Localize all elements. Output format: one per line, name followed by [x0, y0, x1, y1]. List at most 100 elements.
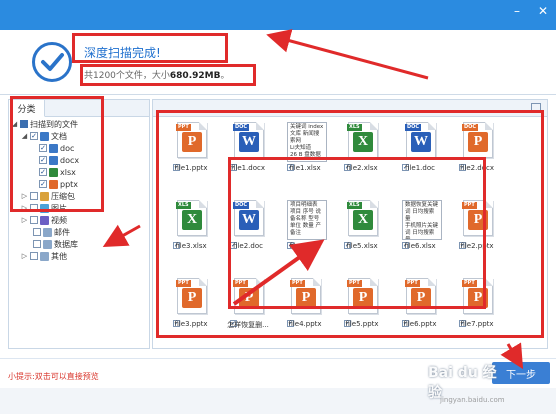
checkbox-xlsx[interactable] [39, 168, 47, 176]
tree-node-pptx[interactable]: pptx [39, 178, 78, 190]
app-letter-icon: W [239, 210, 259, 230]
close-icon[interactable]: ✕ [530, 0, 556, 22]
checkbox-email[interactable] [33, 228, 41, 236]
preview-line: 项目明细表 [290, 202, 318, 208]
file-grid-toolbar [153, 100, 547, 117]
file-tile[interactable]: PPTP 怎样恢复删... [224, 278, 270, 340]
minimize-icon[interactable]: – [504, 0, 530, 22]
category-panel: 分类 ◢ 扫描到的文件 ◢ 文档 doc docx xlsx [8, 99, 150, 349]
file-name: file1.doc [405, 164, 435, 172]
divider [0, 358, 556, 359]
file-tile[interactable]: PPTPfile2.pptx [453, 200, 499, 262]
tree-label-other: 其他 [51, 251, 67, 261]
checkbox-root[interactable] [20, 120, 28, 128]
file-tile[interactable]: 数据恢复关键词 日均搜索量手机照片关键词 日均搜索量数据关键词 file6.xls… [396, 200, 442, 262]
tree-node-archives[interactable]: ▷ 压缩包 [21, 190, 75, 202]
expand-right-icon[interactable]: ▷ [21, 192, 28, 200]
tree-node-doc[interactable]: doc [39, 142, 74, 154]
checkbox-database[interactable] [33, 240, 41, 248]
file-type-tag: PPT [290, 280, 305, 287]
app-letter-icon: P [353, 288, 373, 308]
docx-file-icon: DOC W [233, 122, 264, 158]
tree-node-email[interactable]: 邮件 [33, 226, 70, 238]
preview-line: 数据恢复关键 [405, 202, 439, 208]
page-corner-icon [485, 278, 493, 286]
docx-file-icon: DOC P [462, 122, 493, 158]
file-preview-thumbnail: 项目明细表 项目 序号 说备名称 型号 单位 数量 产备注 [287, 200, 327, 240]
tree-node-database[interactable]: 数据库 [33, 238, 78, 250]
tree-label-images: 图片 [51, 203, 67, 213]
file-grid-panel: PPTPfile1.pptxDOCWfile1.docx关键词 index文库 … [152, 99, 548, 349]
summary-size: 680.92MB [169, 71, 221, 81]
file-tile[interactable]: 关键词 index文库 新闻搜索网Li夫知道26 B 盘数据 file1.xlsx [281, 122, 327, 184]
page-corner-icon [199, 278, 207, 286]
file-type-tag: PPT [405, 280, 420, 287]
window-controls: – ✕ [504, 0, 556, 22]
pptx-file-icon: PPT P [347, 278, 378, 314]
email-icon [43, 227, 52, 237]
checkbox-archives[interactable] [30, 192, 38, 200]
file-tile[interactable]: DOCPfile2.docx [453, 122, 499, 184]
tree-node-docx[interactable]: docx [39, 154, 79, 166]
file-type-tag: DOC [405, 124, 422, 131]
app-letter-icon: P [468, 210, 488, 230]
tree-label-docx: docx [60, 155, 80, 165]
file-name: file1.xlsx [289, 164, 321, 172]
file-tile[interactable]: PPTPfile3.pptx [167, 278, 213, 340]
tree-node-root[interactable]: ◢ 扫描到的文件 [11, 118, 78, 130]
preview-line: 词 日均搜索量 [405, 230, 435, 240]
file-name: file2.doc [233, 242, 263, 250]
file-tile[interactable]: PPTPfile7.pptx [453, 278, 499, 340]
file-type-tag: DOC [233, 202, 250, 209]
file-tile[interactable]: 项目明细表项目 序号 说备名称 型号单位 数量 产备注 file4.xlsx [281, 200, 327, 262]
file-type-tag: XLS [176, 202, 191, 209]
file-tile[interactable]: XLSXfile5.xlsx [338, 200, 384, 262]
file-name: file3.xlsx [175, 242, 207, 250]
tree-label-doc: doc [60, 143, 75, 153]
file-tile[interactable]: DOCWfile1.docx [224, 122, 270, 184]
file-name: file2.pptx [460, 242, 494, 250]
file-tile[interactable]: DOCWfile2.doc [224, 200, 270, 262]
checkbox-documents[interactable] [30, 132, 38, 140]
file-name: file5.pptx [345, 320, 379, 328]
file-tile[interactable]: PPTP file5.pptx [338, 278, 384, 340]
checkbox-pptx[interactable] [39, 180, 47, 188]
checkbox-other[interactable] [30, 252, 38, 260]
tree-node-documents[interactable]: ◢ 文档 [21, 130, 67, 142]
checkbox-video[interactable] [30, 216, 38, 224]
file-tile[interactable]: DOCWfile1.doc [396, 122, 442, 184]
checkbox-doc[interactable] [39, 144, 47, 152]
tree-label-xlsx: xlsx [60, 167, 76, 177]
pptx-file-icon: PPT P [176, 278, 207, 314]
tab-category[interactable]: 分类 [9, 100, 45, 117]
document-folder-icon [40, 131, 49, 141]
tree-node-xlsx[interactable]: xlsx [39, 166, 76, 178]
tree-node-other[interactable]: ▷ 其他 [21, 250, 67, 262]
file-tile[interactable]: XLSXfile3.xlsx [167, 200, 213, 262]
view-mode-icon[interactable] [531, 103, 541, 113]
checkbox-images[interactable] [30, 204, 38, 212]
expand-right-icon[interactable]: ▷ [21, 252, 28, 260]
app-letter-icon: W [239, 132, 259, 152]
preview-line: 备名称 型号 [290, 216, 320, 222]
expand-down-icon[interactable]: ◢ [21, 132, 28, 140]
file-tile[interactable]: XLSXfile2.xlsx [338, 122, 384, 184]
page-corner-icon [370, 122, 378, 130]
tree-label-pptx: pptx [60, 179, 79, 189]
tree-node-images[interactable]: ▷ 图片 [21, 202, 67, 214]
file-name: file2.xlsx [346, 164, 378, 172]
file-tile[interactable]: PPTPfile6.pptx [396, 278, 442, 340]
expand-right-icon[interactable]: ▷ [21, 216, 28, 224]
tree-node-video[interactable]: ▷ 视频 [21, 214, 67, 226]
file-type-tag: PPT [176, 280, 191, 287]
page-corner-icon [485, 122, 493, 130]
file-preview-thumbnail: 关键词 index 文库 新闻搜 索网 Li夫知道 26 B 盘数据 [287, 122, 327, 162]
checkbox-docx[interactable] [39, 156, 47, 164]
file-type-tag: XLS [347, 202, 362, 209]
expand-down-icon[interactable]: ◢ [11, 120, 18, 128]
file-tile[interactable]: PPTPfile1.pptx [167, 122, 213, 184]
expand-right-icon[interactable]: ▷ [21, 204, 28, 212]
app-letter-icon: X [353, 210, 373, 230]
file-tile[interactable]: PPTPfile4.pptx [281, 278, 327, 340]
app-letter-icon: P [411, 288, 431, 308]
